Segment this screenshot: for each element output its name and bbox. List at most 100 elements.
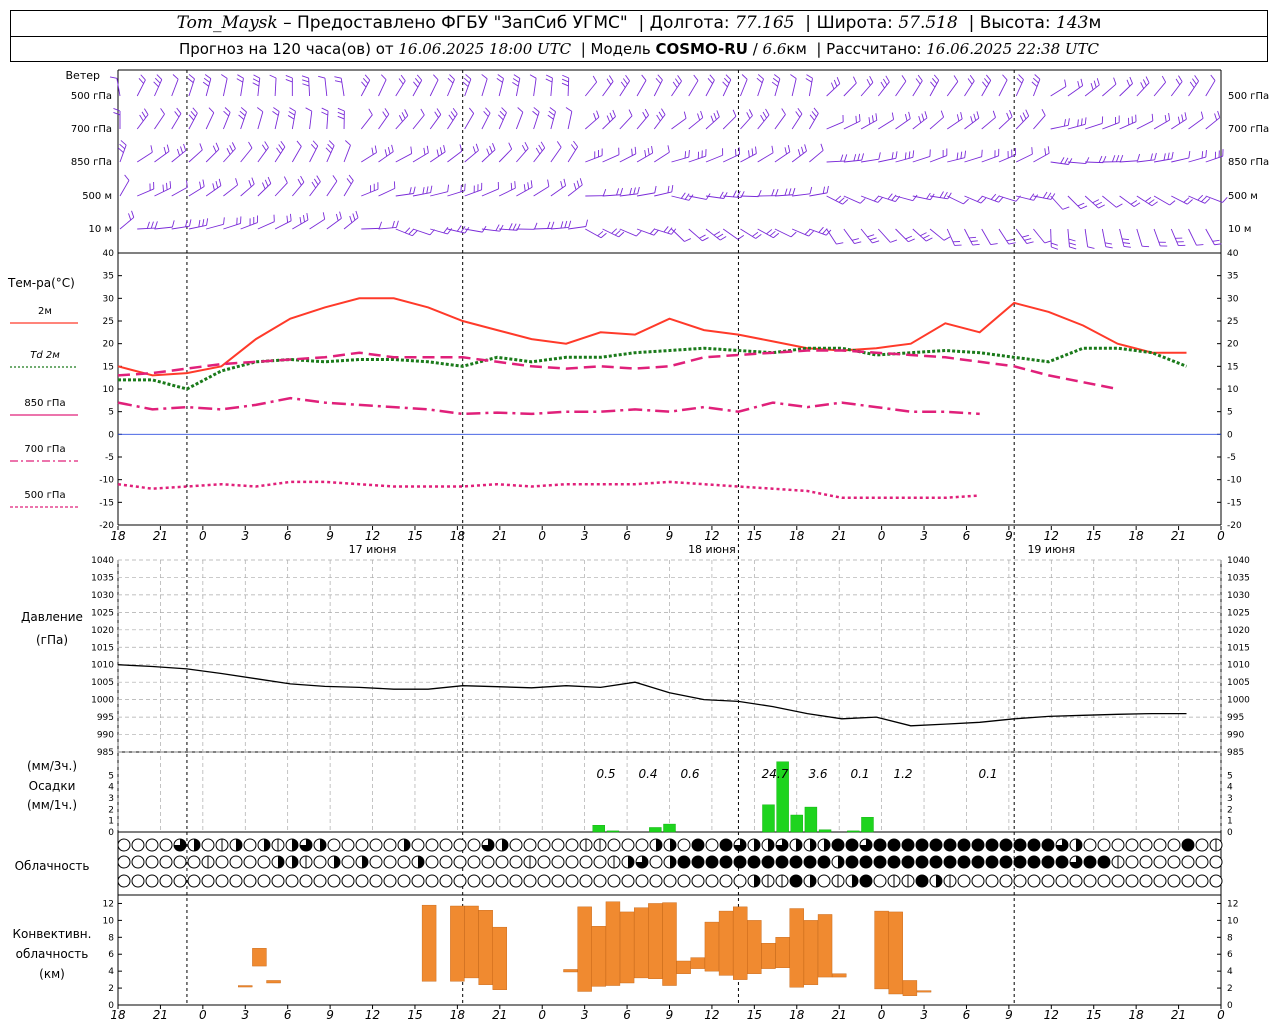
- wind-barb-feather: [391, 144, 394, 152]
- cloud-symbol: [621, 838, 635, 852]
- wind-barb: [343, 174, 354, 197]
- wind-barb: [257, 141, 269, 163]
- wind-barb-feather: [693, 74, 699, 81]
- wind-barb: [1205, 228, 1222, 246]
- wind-barb-shaft: [740, 228, 756, 239]
- conv-bar: [450, 905, 465, 982]
- wind-barb-shaft: [602, 228, 619, 238]
- cloud-symbol: [1125, 838, 1139, 852]
- wind-barb-feather: [561, 78, 569, 83]
- cloud-circle: [845, 855, 859, 869]
- wind-barb-feather: [887, 193, 893, 200]
- precip-tick-label-right: 3: [1227, 794, 1233, 804]
- wind-barb-feather: [262, 182, 266, 190]
- wind-barb-shaft: [274, 78, 277, 97]
- wind-barb-feather: [535, 147, 541, 155]
- wind-barb-feather: [751, 148, 754, 156]
- temp-hour-label: 15: [747, 529, 762, 543]
- wind-barb-shaft: [1119, 121, 1137, 130]
- wind-barb: [412, 185, 433, 197]
- conv-bar: [464, 905, 479, 979]
- wind-barb-shaft: [154, 151, 170, 163]
- cloud-circle: [733, 855, 747, 869]
- temp-hour-label: 0: [538, 529, 546, 543]
- cloud-symbol: [1055, 838, 1069, 852]
- temp-hour-label: 12: [704, 529, 719, 543]
- cloud-circle: [537, 855, 551, 869]
- wind-barb-feather: [684, 151, 687, 159]
- wind-barb-feather: [656, 114, 661, 122]
- wind-barb: [860, 76, 874, 97]
- cloud-symbol: [831, 874, 845, 888]
- wind-barb-shaft: [257, 221, 275, 230]
- conv-tick-label-right: 4: [1227, 967, 1233, 977]
- precip-tick-label: 4: [108, 783, 114, 793]
- cloud-symbol: [747, 838, 761, 852]
- wind-barb-feather: [396, 220, 399, 228]
- wind-barb: [895, 228, 915, 243]
- cloud-circle: [929, 855, 943, 869]
- wind-barb-feather: [289, 107, 296, 112]
- wind-barb-feather: [985, 74, 992, 81]
- day-label: 18 июня: [688, 543, 736, 556]
- wind-barb-feather: [680, 192, 686, 199]
- wind-barb-feather: [321, 111, 328, 116]
- cloud-half: [824, 839, 830, 851]
- wind-barb-feather: [1210, 74, 1216, 81]
- wind-barb-feather: [556, 141, 562, 148]
- cloud-symbol: [649, 838, 663, 852]
- wind-barb: [1205, 110, 1221, 130]
- temp-tick-label: 15: [103, 362, 114, 372]
- wind-barb: [1136, 228, 1150, 248]
- pressure-tick-label: 1040: [91, 556, 114, 566]
- cloud-symbol: [439, 838, 453, 852]
- wind-barb-feather: [109, 76, 117, 79]
- cloud-symbol: [761, 855, 775, 869]
- cloud-symbol: [887, 874, 901, 888]
- cloud-circle: [467, 855, 481, 869]
- wind-barb: [360, 108, 373, 130]
- wind-barb-feather: [229, 145, 234, 152]
- wind-barb-feather: [606, 115, 611, 123]
- wind-barb-feather: [908, 111, 911, 119]
- cloud-symbol: [369, 874, 383, 888]
- cloud-half: [936, 875, 942, 887]
- wind-barb-feather: [404, 227, 411, 234]
- wind-barb-shaft: [447, 190, 465, 197]
- wind-barb-feather: [1029, 193, 1035, 200]
- cloud-symbol: [761, 838, 775, 852]
- cloud-symbol: [369, 855, 383, 869]
- temp-hour-label: 9: [326, 529, 334, 543]
- wind-barb-feather: [1161, 75, 1167, 83]
- cloud-circle: [1181, 874, 1195, 888]
- cloud-circle: [341, 855, 355, 869]
- conv-bar: [718, 910, 734, 976]
- wind-barb: [561, 74, 570, 97]
- cloud-symbol: [215, 874, 229, 888]
- wind-barb-shaft: [308, 78, 311, 97]
- wind-barb-feather: [609, 112, 614, 120]
- precip-tick-label-right: 1: [1227, 817, 1233, 827]
- wind-barb-shaft: [1050, 124, 1069, 130]
- wind-barb-feather: [140, 74, 146, 81]
- wind-barb-feather: [430, 185, 433, 193]
- precip-tick-label: 2: [108, 805, 114, 815]
- pressure-tick-label: 1010: [91, 661, 114, 671]
- wind-barb: [188, 218, 209, 230]
- cloud-symbol: [467, 855, 481, 869]
- cloud-symbol: [201, 874, 215, 888]
- wind-barb: [481, 107, 491, 130]
- wind-barb-shaft: [533, 227, 552, 230]
- temp-hour-label: 0: [878, 529, 886, 543]
- cloud-circle: [607, 874, 621, 888]
- wind-barb-shaft: [567, 146, 579, 163]
- temp-tick-label-right: 35: [1227, 272, 1238, 282]
- wind-barb: [688, 110, 704, 130]
- cloud-circle: [1027, 874, 1041, 888]
- wind-barb: [205, 107, 215, 130]
- pressure-tick-label: 1025: [91, 608, 114, 618]
- precip-bar: [804, 806, 818, 833]
- wind-barb-shaft: [498, 148, 512, 163]
- wind-barb-feather: [508, 142, 513, 150]
- wind-barb-feather: [206, 218, 209, 226]
